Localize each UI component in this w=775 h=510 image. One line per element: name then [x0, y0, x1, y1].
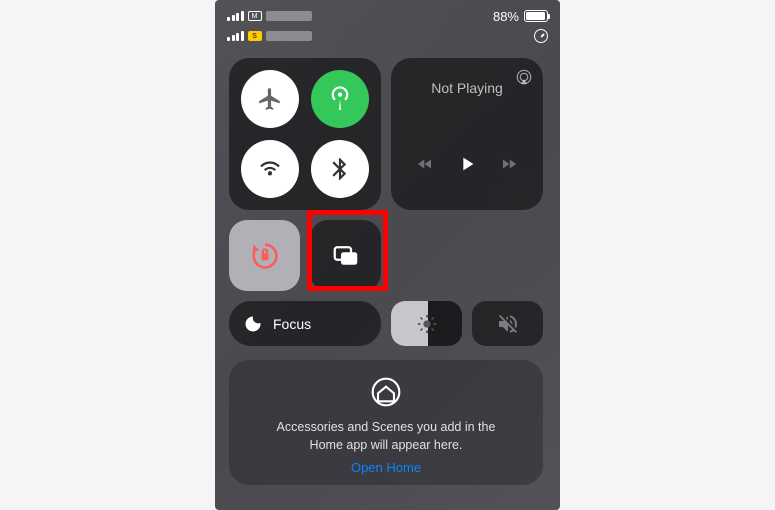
- home-icon: [370, 376, 402, 408]
- airplay-audio-icon: [515, 68, 533, 86]
- battery-percent: 88%: [493, 9, 519, 24]
- sun-icon: [416, 313, 438, 335]
- rotation-lock-icon: [248, 239, 282, 273]
- cellular-data-button[interactable]: [311, 70, 369, 128]
- media-title: Not Playing: [405, 80, 529, 96]
- signal-sim2-icon: [227, 31, 244, 41]
- brightness-slider[interactable]: [391, 301, 462, 346]
- focus-label: Focus: [273, 316, 311, 332]
- antenna-icon: [327, 86, 353, 112]
- screen-mirroring-icon: [331, 241, 361, 271]
- moon-icon: [243, 314, 263, 334]
- media-module[interactable]: Not Playing: [391, 58, 543, 210]
- wifi-icon: [257, 156, 283, 182]
- airplane-icon: [257, 86, 283, 112]
- orientation-lock-button[interactable]: [229, 220, 300, 291]
- battery-icon: [524, 10, 548, 22]
- media-play-button[interactable]: [456, 153, 478, 180]
- carrier-name-redacted: [266, 11, 312, 21]
- timer-icon: [534, 29, 548, 43]
- screen-mirroring-button[interactable]: [310, 220, 381, 291]
- focus-button[interactable]: Focus: [229, 301, 381, 346]
- airplane-mode-button[interactable]: [241, 70, 299, 128]
- volume-slider[interactable]: [472, 301, 543, 346]
- bluetooth-button[interactable]: [311, 140, 369, 198]
- media-next-button[interactable]: [500, 155, 518, 178]
- control-center: Not Playing: [215, 50, 560, 493]
- media-controls: [405, 153, 529, 196]
- volume-mute-icon: [496, 312, 520, 336]
- home-empty-message: Accessories and Scenes you add in the Ho…: [277, 418, 496, 454]
- wifi-button[interactable]: [241, 140, 299, 198]
- media-prev-button[interactable]: [416, 155, 434, 178]
- phone-screen: M 88% S: [215, 0, 560, 510]
- open-home-link[interactable]: Open Home: [351, 460, 421, 475]
- carrier-name-2-redacted: [266, 31, 312, 41]
- bluetooth-icon: [327, 156, 353, 182]
- home-module: Accessories and Scenes you add in the Ho…: [229, 360, 543, 485]
- status-bar: M 88% S: [215, 0, 560, 50]
- connectivity-module: [229, 58, 381, 210]
- sim1-indicator: M: [248, 11, 262, 21]
- sim2-indicator: S: [248, 31, 262, 41]
- signal-sim1-icon: [227, 11, 244, 21]
